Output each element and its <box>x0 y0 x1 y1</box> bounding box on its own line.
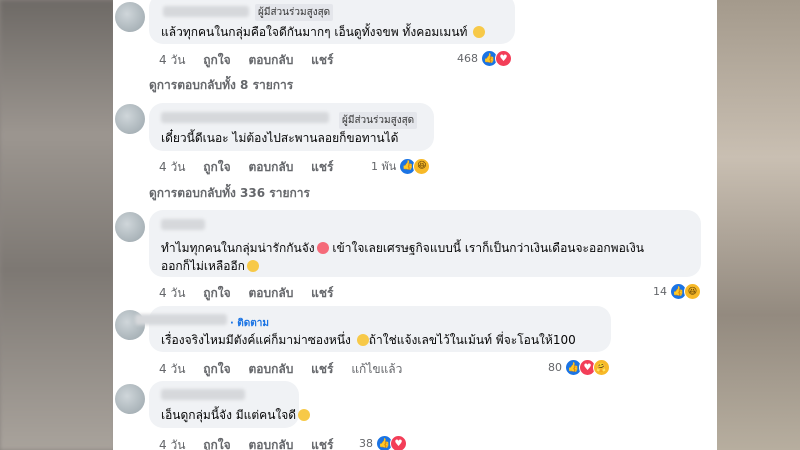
comment-time[interactable]: 4 วัน <box>159 286 185 300</box>
like-link[interactable]: ถูกใจ <box>203 53 230 67</box>
blurred-background-right <box>715 0 800 450</box>
care-emoji-icon: 🤗 <box>593 359 610 376</box>
author-name[interactable] <box>135 314 227 325</box>
author-name[interactable] <box>161 389 245 400</box>
comment-actions: 4 วัน ถูกใจ ตอบกลับ แชร์ <box>159 436 347 450</box>
reply-link[interactable]: ตอบกลับ <box>248 160 293 174</box>
avatar[interactable] <box>115 2 145 32</box>
comment-actions: 4 วัน ถูกใจ ตอบกลับ แชร์ แก้ไขแล้ว <box>159 360 416 379</box>
comment-actions: 4 วัน ถูกใจ ตอบกลับ แชร์ <box>159 284 347 303</box>
top-contributor-badge: ผู้มีส่วนร่วมสูงสุด <box>339 112 418 129</box>
heart-icon: ♥ <box>495 50 512 67</box>
comment-time[interactable]: 4 วัน <box>159 160 185 174</box>
share-link[interactable]: แชร์ <box>311 362 333 376</box>
reaction-count: 80 <box>548 361 562 374</box>
reply-link[interactable]: ตอบกลับ <box>248 53 293 67</box>
laughing-emoji-icon: 😆 <box>413 157 431 175</box>
pleading-emoji-icon <box>298 409 311 421</box>
avatar[interactable] <box>115 104 145 134</box>
tearful-emoji-icon <box>473 26 486 38</box>
reply-link[interactable]: ตอบกลับ <box>248 362 293 376</box>
comments-panel: ผู้มีส่วนร่วมสูงสุด แล้วทุกคนในกลุ่มคือใ… <box>113 0 717 450</box>
comment-text-line-2: ออกก็ไม่เหลืออีก <box>161 257 259 276</box>
view-replies-link[interactable]: ดูการตอบกลับทั้ง 336 รายการ <box>149 184 310 203</box>
share-link[interactable]: แชร์ <box>311 286 333 300</box>
reaction-count: 38 <box>359 437 373 450</box>
follow-link[interactable]: · ติดตาม <box>230 316 269 331</box>
comment-actions: 4 วัน ถูกใจ ตอบกลับ แชร์ <box>159 51 347 70</box>
reaction-count: 1 พัน <box>371 160 397 173</box>
author-name[interactable] <box>161 112 329 123</box>
comment-actions: 4 วัน ถูกใจ ตอบกลับ แชร์ <box>159 158 347 177</box>
share-link[interactable]: แชร์ <box>311 438 333 450</box>
top-contributor-badge: ผู้มีส่วนร่วมสูงสุด <box>255 4 334 21</box>
edited-label: แก้ไขแล้ว <box>351 362 403 376</box>
tears-of-joy-emoji-icon <box>246 260 259 272</box>
smiling-hearts-emoji-icon <box>316 242 329 254</box>
laughing-emoji-icon: 😆 <box>684 283 701 300</box>
comment-text: เอ็นดูกลุ่มนี้จัง มีแต่คนใจดี <box>161 406 311 425</box>
reaction-summary[interactable]: 14 👍 😆 <box>653 283 701 300</box>
comment-time[interactable]: 4 วัน <box>159 438 185 450</box>
reaction-summary[interactable]: 80 👍 ♥ 🤗 <box>548 359 610 376</box>
reply-link[interactable]: ตอบกลับ <box>248 286 293 300</box>
like-link[interactable]: ถูกใจ <box>203 438 230 450</box>
comment-text: เดี๋ยวนี้ดีเนอะ ไม่ต้องไปสะพานลอยก็ขอทาน… <box>161 131 399 145</box>
view-replies-link[interactable]: ดูการตอบกลับทั้ง 8 รายการ <box>149 76 293 95</box>
reaction-summary[interactable]: 38 👍 ♥ <box>359 435 407 450</box>
like-link[interactable]: ถูกใจ <box>203 362 230 376</box>
avatar[interactable] <box>115 212 145 242</box>
pleading-emoji-icon <box>356 334 369 346</box>
reaction-summary[interactable]: 1 พัน 👍 😆 <box>371 157 431 175</box>
author-name[interactable] <box>163 6 249 17</box>
comment-time[interactable]: 4 วัน <box>159 53 185 67</box>
heart-icon: ♥ <box>390 435 407 450</box>
like-link[interactable]: ถูกใจ <box>203 160 230 174</box>
reaction-summary[interactable]: 468 👍 ♥ <box>457 50 512 67</box>
like-link[interactable]: ถูกใจ <box>203 286 230 300</box>
share-link[interactable]: แชร์ <box>311 160 333 174</box>
share-link[interactable]: แชร์ <box>311 53 333 67</box>
comment-text: แล้วทุกคนในกลุ่มคือใจดีกันมากๆ เอ็นดูทั้… <box>161 23 486 42</box>
author-name[interactable] <box>161 219 205 230</box>
comment-text-line-1: ทำไมทุกคนในกลุ่มน่ารักกันจัง เข้าใจเลยเศ… <box>161 241 644 255</box>
reaction-count: 468 <box>457 52 478 65</box>
reply-link[interactable]: ตอบกลับ <box>248 438 293 450</box>
blurred-background-left <box>0 0 115 450</box>
comment-time[interactable]: 4 วัน <box>159 362 185 376</box>
avatar[interactable] <box>115 384 145 414</box>
reaction-count: 14 <box>653 285 667 298</box>
comment-text: เรื่องจริงไหมมีตังค์แค่ก็มาม่าซองหนึ่ง ถ… <box>161 333 576 347</box>
